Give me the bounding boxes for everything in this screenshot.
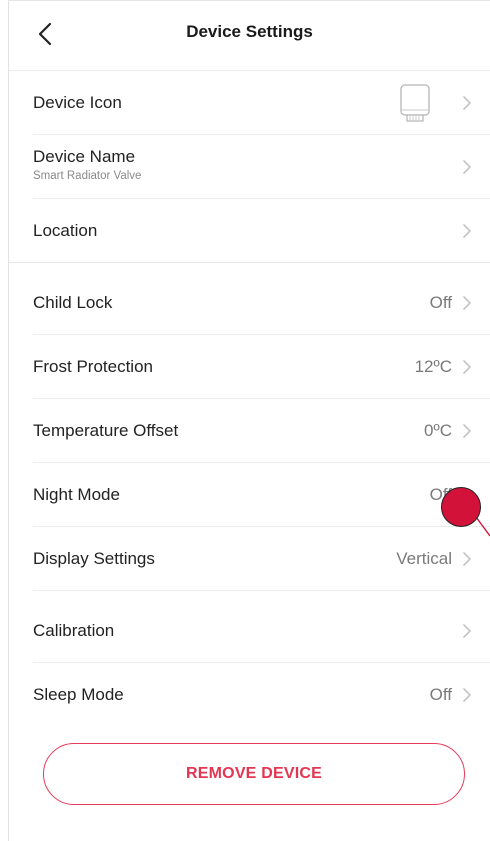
touch-indicator xyxy=(441,487,481,527)
remove-device-button[interactable]: REMOVE DEVICE xyxy=(43,743,465,805)
row-label: Night Mode xyxy=(33,485,120,504)
row-sublabel: Smart Radiator Valve xyxy=(33,170,142,182)
chevron-right-icon xyxy=(463,552,471,566)
chevron-right-icon xyxy=(463,224,471,238)
row-value: Off xyxy=(429,293,452,312)
row-value: Vertical xyxy=(396,549,452,568)
row-device-name[interactable]: Device Name Smart Radiator Valve xyxy=(9,135,490,199)
page-title: Device Settings xyxy=(186,22,313,41)
row-value: 0ºC xyxy=(424,421,452,440)
row-location[interactable]: Location xyxy=(9,199,490,263)
row-divider xyxy=(33,590,490,591)
chevron-right-icon xyxy=(463,296,471,310)
row-label: Frost Protection xyxy=(33,357,153,376)
row-label: Temperature Offset xyxy=(33,421,179,440)
chevron-right-icon xyxy=(463,424,471,438)
row-value: 12ºC xyxy=(414,357,452,376)
chevron-right-icon xyxy=(463,624,471,638)
row-calibration[interactable]: Calibration xyxy=(9,599,490,663)
row-child-lock[interactable]: Child Lock Off xyxy=(9,271,490,335)
chevron-right-icon xyxy=(463,160,471,174)
row-label: Sleep Mode xyxy=(33,685,124,704)
row-label: Child Lock xyxy=(33,293,113,312)
nav-header: Device Settings xyxy=(9,0,490,70)
row-label: Device Icon xyxy=(33,93,122,112)
row-sleep-mode[interactable]: Sleep Mode Off xyxy=(9,663,490,727)
row-display-settings[interactable]: Display Settings Vertical xyxy=(9,527,490,591)
chevron-right-icon xyxy=(463,96,471,110)
row-frost-protection[interactable]: Frost Protection 12ºC xyxy=(9,335,490,399)
row-label: Display Settings xyxy=(33,549,155,568)
chevron-right-icon xyxy=(463,360,471,374)
row-label: Location xyxy=(33,221,98,240)
section-divider xyxy=(9,262,490,263)
chevron-right-icon xyxy=(463,688,471,702)
row-label: Device Name xyxy=(33,147,136,166)
row-value: Off xyxy=(429,685,452,704)
remove-device-label: REMOVE DEVICE xyxy=(186,765,322,782)
settings-list: Device Icon Device Name Smart Radiator V… xyxy=(9,71,490,727)
row-temperature-offset[interactable]: Temperature Offset 0ºC xyxy=(9,399,490,463)
row-night-mode[interactable]: Night Mode Off xyxy=(9,463,490,527)
row-device-icon[interactable]: Device Icon xyxy=(9,71,490,135)
row-label: Calibration xyxy=(33,621,115,640)
radiator-valve-icon xyxy=(400,84,430,122)
